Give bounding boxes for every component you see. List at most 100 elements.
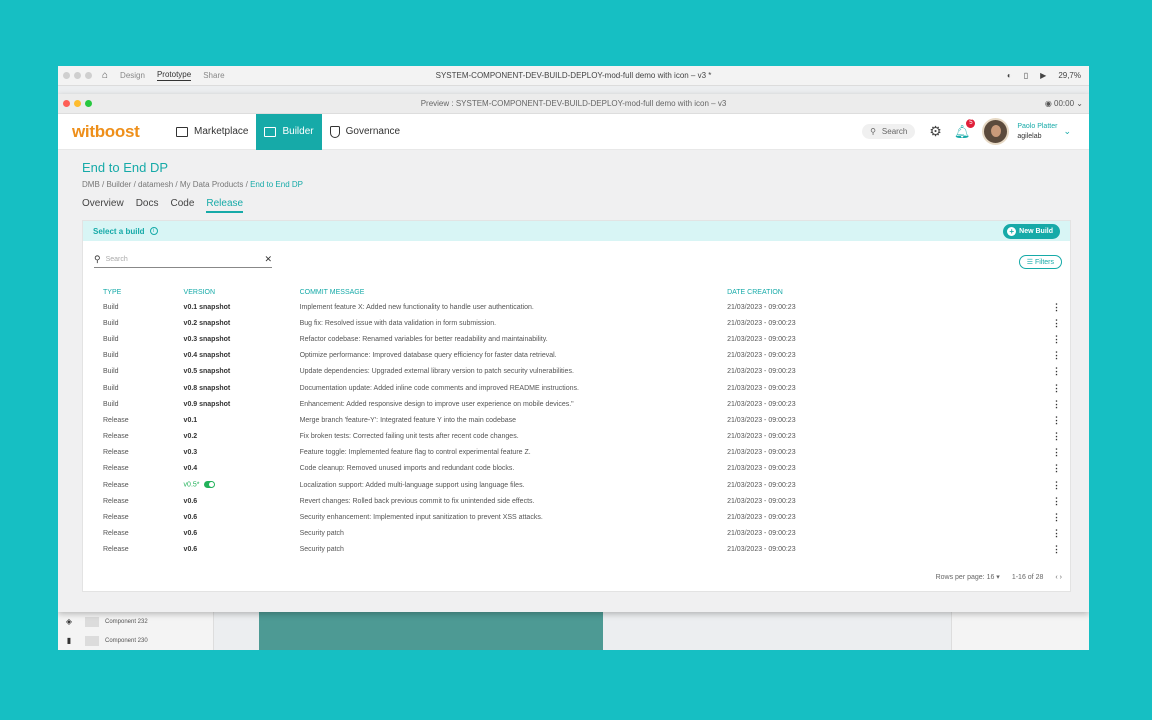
tab-overview[interactable]: Overview	[82, 198, 124, 213]
new-build-button[interactable]: + New Build	[1003, 223, 1060, 239]
more-options-icon[interactable]: ⋮	[1043, 396, 1063, 412]
tab-code[interactable]: Code	[170, 198, 194, 213]
more-options-icon[interactable]: ⋮	[1043, 493, 1063, 509]
table-row[interactable]: Build v0.8 snapshot Documentation update: …	[95, 380, 1063, 396]
close-dot[interactable]	[63, 100, 70, 107]
tab-share[interactable]: Share	[203, 71, 224, 80]
more-options-icon[interactable]: ⋮	[1043, 412, 1063, 428]
more-options-icon[interactable]: ⋮	[1043, 542, 1063, 558]
more-options-icon[interactable]: ⋮	[1043, 299, 1063, 315]
tab-docs[interactable]: Docs	[136, 198, 159, 213]
column-version[interactable]: VERSION	[184, 285, 300, 299]
recording-timer[interactable]: ◉ 00:00 ⌄	[1045, 99, 1083, 108]
version-label: v0.5 snapshot	[183, 368, 231, 376]
new-build-label: New Build	[1019, 227, 1053, 235]
global-search[interactable]: ⚲ Search	[862, 124, 916, 139]
table-row[interactable]: Release v0.6 Security patch 21/03/2023 - 09…	[95, 526, 1063, 542]
column-type[interactable]: TYPE	[95, 285, 184, 299]
table-row[interactable]: Release v0.3 Feature toggle: Implemented f…	[95, 445, 1063, 461]
zoom-level[interactable]: 29,7%	[1058, 71, 1081, 80]
row-version: v0.2 snapshot	[184, 315, 300, 331]
user-icon[interactable]: ◐	[1007, 71, 1012, 80]
more-options-icon[interactable]: ⋮	[1043, 526, 1063, 542]
rows-per-page[interactable]: Rows per page: 16 ▾	[936, 573, 1000, 581]
table-row[interactable]: Release v0.5* Localization support: Added …	[95, 477, 1063, 493]
minimize-dot[interactable]	[74, 100, 81, 107]
row-date: 21/03/2023 - 09:00:23	[727, 352, 796, 360]
table-row[interactable]: Release v0.6 Security patch 21/03/2023 - 09…	[95, 542, 1063, 558]
more-options-icon[interactable]: ⋮	[1043, 429, 1063, 445]
nav-marketplace[interactable]: Marketplace	[168, 114, 256, 150]
nav-builder[interactable]: Builder	[256, 113, 322, 150]
more-options-icon[interactable]: ⋮	[1043, 445, 1063, 461]
home-icon[interactable]: ⌂	[102, 70, 108, 81]
table-row[interactable]: Build v0.9 snapshot Enhancement: Added res…	[95, 396, 1063, 412]
table-row[interactable]: Release v0.4 Code cleanup: Removed unused …	[95, 461, 1063, 477]
search-input[interactable]: ⚲ Search ✕	[94, 252, 272, 268]
version-label: v0.4	[183, 465, 198, 473]
table-row[interactable]: Build v0.1 snapshot Implement feature X: A…	[95, 299, 1063, 315]
tab-prototype[interactable]: Prototype	[156, 70, 192, 81]
builds-table: TYPE VERSION COMMIT MESSAGE DATE CREATIO…	[95, 285, 1063, 558]
table-row[interactable]: Build v0.3 snapshot Refactor codebase: Ren…	[95, 331, 1063, 347]
deployed-toggle-icon[interactable]	[203, 481, 215, 489]
breadcrumb-path[interactable]: DMB / Builder / datamesh / My Data Produ…	[82, 180, 250, 189]
zoom-dot[interactable]	[85, 72, 92, 79]
table-row[interactable]: Release v0.6 Security enhancement: Impleme…	[95, 509, 1063, 525]
tab-design[interactable]: Design	[120, 71, 145, 80]
table-row[interactable]: Build v0.4 snapshot Optimize performance: …	[95, 348, 1063, 364]
nav-governance[interactable]: Governance	[322, 114, 408, 150]
row-commit-message: Security patch	[299, 530, 344, 538]
bell-icon[interactable]: 🔔︎ 5	[954, 118, 976, 140]
more-options-icon[interactable]: ⋮	[1043, 509, 1063, 525]
table-row[interactable]: Build v0.2 snapshot Bug fix: Resolved issu…	[95, 315, 1063, 331]
layer-item[interactable]: ▮ Component 230	[58, 631, 213, 650]
tab-release[interactable]: Release	[206, 198, 244, 213]
marketplace-icon	[176, 126, 188, 137]
more-options-icon[interactable]: ⋮	[1043, 364, 1063, 380]
chevron-right-icon[interactable]: ›	[1060, 574, 1062, 581]
more-options-icon[interactable]: ⋮	[1043, 461, 1063, 477]
page-title: End to End DP	[82, 160, 168, 175]
more-options-icon[interactable]: ⋮	[1043, 348, 1063, 364]
chevron-down-icon[interactable]: ⌄	[1063, 126, 1071, 137]
row-commit-message: Implement feature X: Added new functiona…	[299, 303, 534, 311]
more-options-icon[interactable]: ⋮	[1043, 380, 1063, 396]
close-dot[interactable]	[63, 72, 70, 79]
row-type: Release	[103, 514, 129, 522]
layer-item[interactable]: ◈ Component 232	[58, 612, 213, 631]
app-header: witboost Marketplace Builder Governance …	[58, 113, 1089, 150]
info-icon[interactable]: i	[149, 227, 158, 235]
table-row[interactable]: Release v0.6 Revert changes: Rolled back p…	[95, 493, 1063, 509]
version-label: v0.6	[183, 497, 198, 505]
table-row[interactable]: Release v0.1 Merge branch 'feature-Y': Int…	[95, 412, 1063, 428]
zoom-dot[interactable]	[85, 100, 92, 107]
avatar[interactable]	[982, 118, 1010, 145]
row-version: v0.4	[184, 461, 300, 477]
device-icon[interactable]: ▯	[1024, 71, 1028, 80]
row-date: 21/03/2023 - 09:00:23	[727, 433, 796, 441]
user-menu[interactable]: Paolo Platter agilelab	[1017, 122, 1057, 142]
row-version: v0.2	[184, 429, 300, 445]
layer-label: Component 232	[105, 618, 148, 625]
column-commit-message[interactable]: COMMIT MESSAGE	[300, 285, 728, 299]
witboost-logo[interactable]: witboost	[72, 122, 168, 142]
row-version: v0.5*	[184, 477, 300, 493]
column-date-creation[interactable]: DATE CREATION	[727, 285, 1043, 299]
version-label: v0.9 snapshot	[183, 400, 231, 408]
nav-label: Governance	[345, 126, 401, 137]
row-date: 21/03/2023 - 09:00:23	[727, 368, 796, 376]
chevron-left-icon[interactable]: ‹	[1055, 574, 1057, 581]
filters-button[interactable]: ☰ Filters	[1018, 255, 1062, 269]
more-options-icon[interactable]: ⋮	[1043, 331, 1063, 347]
gear-icon[interactable]: ⚙	[929, 123, 942, 140]
minimize-dot[interactable]	[74, 72, 81, 79]
table-row[interactable]: Build v0.5 snapshot Update dependencies: U…	[95, 364, 1063, 380]
nav-label: Marketplace	[194, 126, 249, 137]
close-icon[interactable]: ✕	[264, 254, 272, 265]
table-row[interactable]: Release v0.2 Fix broken tests: Corrected f…	[95, 429, 1063, 445]
play-icon[interactable]: ▶	[1040, 71, 1046, 80]
more-options-icon[interactable]: ⋮	[1043, 315, 1063, 331]
row-commit-message: Refactor codebase: Renamed variables for…	[299, 335, 548, 343]
more-options-icon[interactable]: ⋮	[1043, 477, 1063, 493]
